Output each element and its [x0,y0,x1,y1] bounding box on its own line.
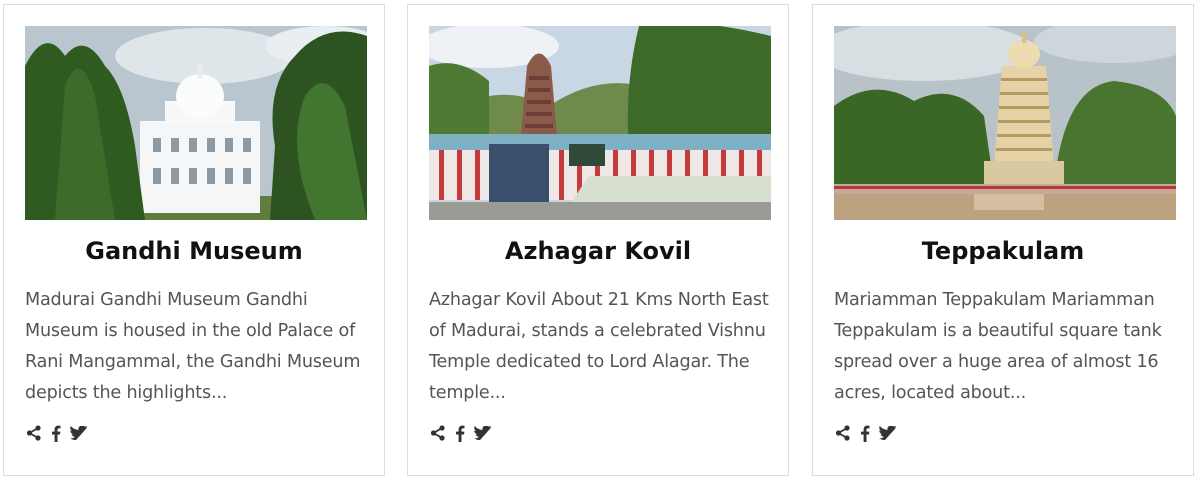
share-icon[interactable] [835,425,851,441]
card-title[interactable]: Gandhi Museum [4,237,384,265]
card-title[interactable]: Azhagar Kovil [408,237,788,265]
place-card-teppakulam: Teppakulam Mariamman Teppakulam Mariamma… [812,4,1194,476]
card-title[interactable]: Teppakulam [813,237,1193,265]
facebook-icon[interactable] [860,425,870,442]
card-image-azhagar-kovil[interactable] [429,26,771,220]
card-description: Azhagar Kovil About 21 Kms North East of… [429,290,769,403]
card-image-gandhi-museum[interactable] [25,26,367,220]
card-image-teppakulam[interactable] [834,26,1176,220]
twitter-icon[interactable] [70,425,88,441]
facebook-icon[interactable] [455,425,465,442]
card-description: Madurai Gandhi Museum Gandhi Museum is h… [25,290,361,403]
twitter-icon[interactable] [474,425,492,441]
place-card-gandhi-museum: Gandhi Museum Madurai Gandhi Museum Gand… [3,4,385,476]
share-icon[interactable] [430,425,446,441]
social-share-row [430,422,492,444]
social-share-row [26,422,88,444]
place-card-azhagar-kovil: Azhagar Kovil Azhagar Kovil About 21 Kms… [407,4,789,476]
card-description: Mariamman Teppakulam Mariamman Teppakula… [834,290,1162,403]
share-icon[interactable] [26,425,42,441]
facebook-icon[interactable] [51,425,61,442]
social-share-row [835,422,897,444]
twitter-icon[interactable] [879,425,897,441]
